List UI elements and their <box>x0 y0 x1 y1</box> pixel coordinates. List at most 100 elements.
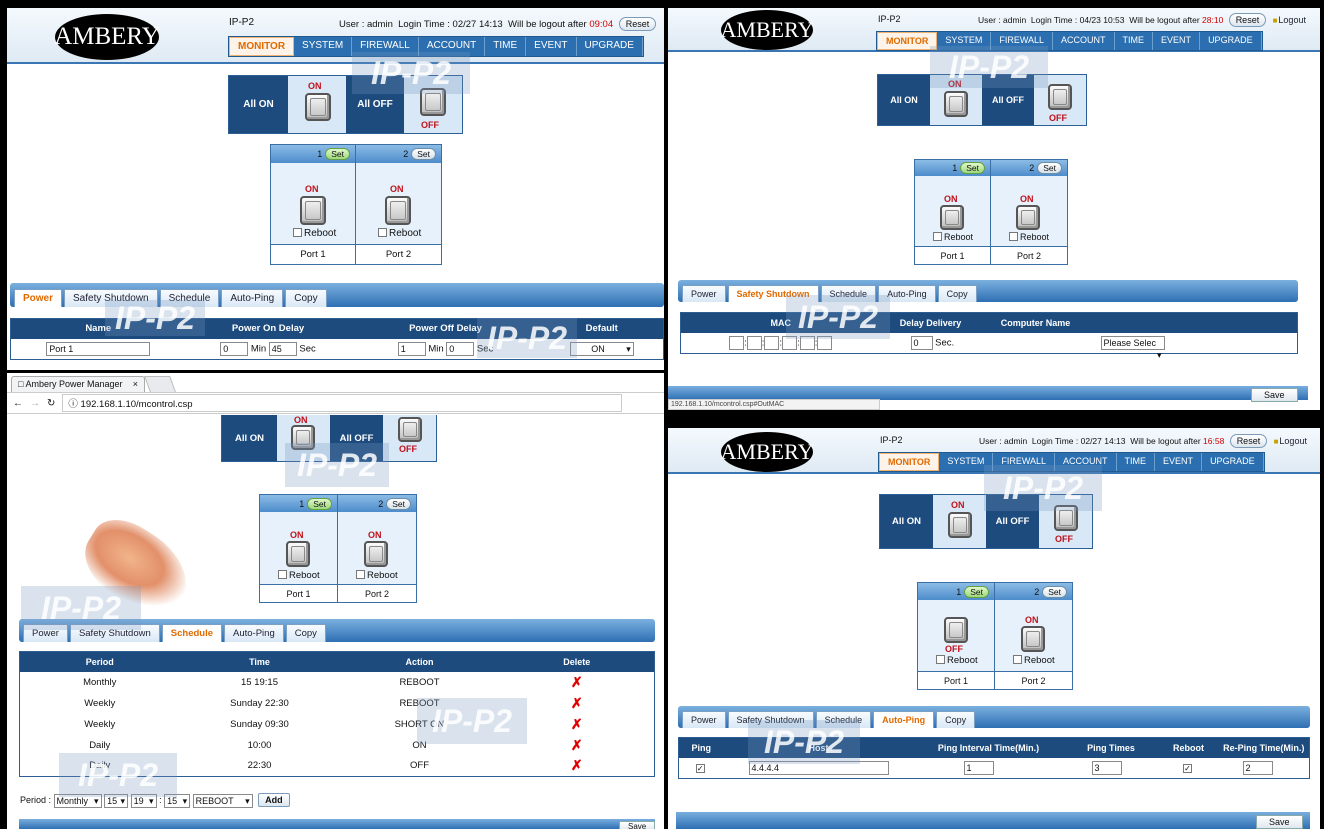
tab-schedule[interactable]: Schedule <box>161 624 223 642</box>
port-2-reboot-checkbox[interactable] <box>356 570 365 579</box>
port-2-set-button[interactable]: Set <box>411 148 436 160</box>
default-state-select[interactable]: ON <box>569 341 634 356</box>
all-on-switch[interactable] <box>291 425 315 450</box>
power-off-min-input[interactable]: 1 <box>397 341 426 356</box>
delete-icon[interactable]: ✗ <box>571 695 583 711</box>
save-button[interactable]: Save <box>1256 815 1303 829</box>
ping-host-input[interactable]: 4.4.4.4 <box>748 760 889 775</box>
delete-icon[interactable]: ✗ <box>571 674 583 690</box>
logout-link[interactable]: Logout <box>1273 15 1306 25</box>
ping-enabled-checkbox[interactable]: ✓ <box>695 764 705 774</box>
port-1-switch[interactable] <box>940 205 964 230</box>
all-off-switch[interactable] <box>398 417 422 442</box>
port-2-switch[interactable] <box>1016 205 1040 230</box>
delete-icon[interactable]: ✗ <box>571 737 583 753</box>
computer-name-select[interactable]: Please Selec <box>1100 335 1165 350</box>
tab-safety-shutdown[interactable]: Safety Shutdown <box>727 711 814 728</box>
port-2-switch[interactable] <box>364 541 388 567</box>
port-2-switch[interactable] <box>1021 626 1045 652</box>
logout-link[interactable]: Logout <box>1274 436 1307 446</box>
day-select[interactable]: 15 <box>104 793 129 808</box>
all-off-switch[interactable] <box>420 88 446 116</box>
tab-schedule[interactable]: Schedule <box>815 711 872 728</box>
nav-upgrade[interactable]: UPGRADE <box>577 37 643 56</box>
port-1-reboot-checkbox[interactable] <box>936 655 945 664</box>
port-1-set-button[interactable]: Set <box>307 497 332 510</box>
tab-auto-ping[interactable]: Auto-Ping <box>224 624 284 642</box>
port-1-reboot-checkbox[interactable] <box>278 570 287 579</box>
all-on-switch[interactable] <box>944 91 968 117</box>
tab-auto-ping[interactable]: Auto-Ping <box>873 711 935 728</box>
nav-system[interactable]: SYSTEM <box>937 32 992 50</box>
nav-time[interactable]: TIME <box>1115 32 1154 50</box>
nav-monitor[interactable]: MONITOR <box>229 37 295 56</box>
nav-event[interactable]: EVENT <box>526 37 577 56</box>
tab-power[interactable]: Power <box>14 289 63 307</box>
nav-firewall[interactable]: FIREWALL <box>352 37 419 56</box>
new-tab-button[interactable] <box>144 376 176 392</box>
reping-time-input[interactable]: 2 <box>1242 760 1273 775</box>
nav-monitor[interactable]: MONITOR <box>877 32 938 50</box>
period-select[interactable]: Monthly <box>53 793 102 808</box>
nav-system[interactable]: SYSTEM <box>294 37 353 56</box>
port-2-set-button[interactable]: Set <box>1037 162 1062 174</box>
reset-button[interactable]: Reset <box>618 17 657 31</box>
tab-power[interactable]: Power <box>682 285 726 302</box>
save-button[interactable]: Save <box>1251 388 1298 402</box>
back-icon[interactable]: ← <box>13 398 23 409</box>
port-2-set-button[interactable]: Set <box>386 497 411 510</box>
port-2-reboot-checkbox[interactable] <box>1009 232 1018 241</box>
tab-copy[interactable]: Copy <box>937 285 977 302</box>
nav-upgrade[interactable]: UPGRADE <box>1202 453 1264 471</box>
port-1-switch[interactable] <box>300 196 326 225</box>
tab-auto-ping[interactable]: Auto-Ping <box>221 289 284 307</box>
add-button[interactable]: Add <box>258 793 290 807</box>
reset-button[interactable]: Reset <box>1228 13 1267 27</box>
all-off-switch[interactable] <box>1048 84 1072 110</box>
power-on-min-input[interactable]: 0 <box>220 341 249 356</box>
browser-tab[interactable]: □ Ambery Power Manager × <box>11 376 145 392</box>
tab-copy[interactable]: Copy <box>285 289 327 307</box>
nav-event[interactable]: EVENT <box>1153 32 1201 50</box>
delete-icon[interactable]: ✗ <box>571 716 583 732</box>
tab-copy[interactable]: Copy <box>936 711 976 728</box>
port-2-set-button[interactable]: Set <box>1042 585 1067 598</box>
nav-monitor[interactable]: MONITOR <box>879 453 940 471</box>
tab-schedule[interactable]: Schedule <box>820 285 877 302</box>
ping-times-input[interactable]: 3 <box>1091 760 1122 775</box>
url-input[interactable]: ⓘ 192.168.1.10/mcontrol.csp <box>62 394 623 412</box>
tab-power[interactable]: Power <box>23 624 68 642</box>
tab-copy[interactable]: Copy <box>285 624 326 642</box>
tab-auto-ping[interactable]: Auto-Ping <box>878 285 936 302</box>
forward-icon[interactable]: → <box>30 398 40 409</box>
nav-account[interactable]: ACCOUNT <box>1053 32 1115 50</box>
save-button[interactable]: Save <box>619 821 656 829</box>
action-select[interactable]: REBOOT <box>192 793 253 808</box>
power-on-sec-input[interactable]: 45 <box>268 341 297 356</box>
port-1-reboot-checkbox[interactable] <box>933 232 942 241</box>
close-tab-icon[interactable]: × <box>133 379 138 389</box>
nav-system[interactable]: SYSTEM <box>939 453 994 471</box>
delay-delivery-input[interactable]: 0 <box>910 335 933 350</box>
power-off-sec-input[interactable]: 0 <box>446 341 475 356</box>
all-on-switch[interactable] <box>305 93 331 121</box>
nav-time[interactable]: TIME <box>485 37 527 56</box>
nav-account[interactable]: ACCOUNT <box>419 37 486 56</box>
nav-event[interactable]: EVENT <box>1155 453 1203 471</box>
port-1-switch[interactable] <box>944 617 968 643</box>
tab-schedule[interactable]: Schedule <box>159 289 220 307</box>
reload-icon[interactable]: ↻ <box>47 398 55 409</box>
ping-interval-input[interactable]: 1 <box>963 760 994 775</box>
nav-firewall[interactable]: FIREWALL <box>991 32 1054 50</box>
port-1-set-button[interactable]: Set <box>964 585 989 598</box>
port-1-reboot-checkbox[interactable] <box>293 228 302 237</box>
ping-reboot-checkbox[interactable]: ✓ <box>1183 764 1192 774</box>
all-off-switch[interactable] <box>1054 505 1078 531</box>
port-2-reboot-checkbox[interactable] <box>378 228 387 237</box>
nav-upgrade[interactable]: UPGRADE <box>1200 32 1262 50</box>
port-1-switch[interactable] <box>286 541 310 567</box>
minute-select[interactable]: 15 <box>164 793 191 808</box>
port-1-set-button[interactable]: Set <box>325 148 350 160</box>
port-2-switch[interactable] <box>385 196 411 225</box>
tab-safety-shutdown[interactable]: Safety Shutdown <box>69 624 160 642</box>
